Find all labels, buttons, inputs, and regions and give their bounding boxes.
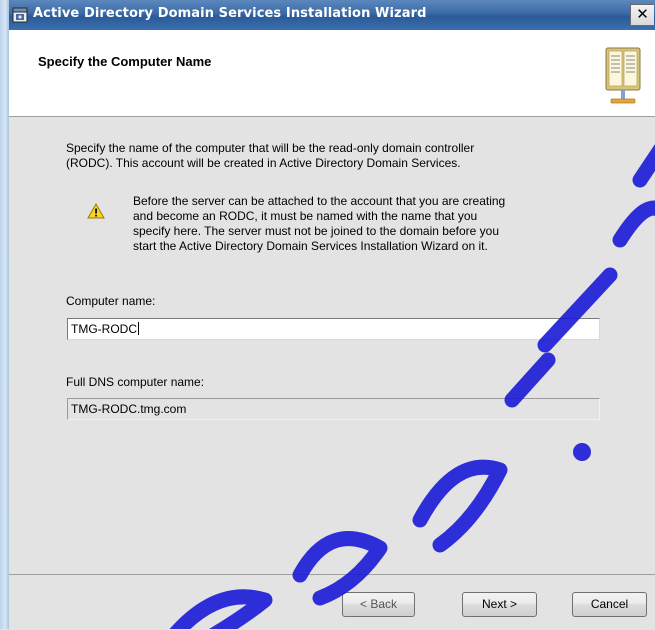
- computer-name-input[interactable]: TMG-RODC: [67, 318, 600, 340]
- dns-name-value: TMG-RODC.tmg.com: [71, 402, 187, 416]
- warning-line: start the Active Directory Domain Servic…: [133, 239, 488, 253]
- page-title: Specify the Computer Name: [38, 54, 212, 69]
- warning-line: specify here. The server must not be joi…: [133, 224, 499, 238]
- window-titlebar[interactable]: Active Directory Domain Services Install…: [9, 0, 655, 30]
- window-title: Active Directory Domain Services Install…: [33, 6, 427, 21]
- close-icon: ✕: [636, 6, 649, 23]
- cancel-button[interactable]: Cancel: [572, 592, 647, 617]
- book-icon: [605, 47, 641, 104]
- warning-line: Before the server can be attached to the…: [133, 194, 506, 208]
- back-button[interactable]: < Back: [342, 592, 415, 617]
- next-button[interactable]: Next >: [462, 592, 537, 617]
- computer-name-value: TMG-RODC: [71, 322, 137, 336]
- wizard-footer: < Back Next > Cancel: [9, 574, 655, 630]
- wizard-content: Specify the name of the computer that wi…: [9, 117, 655, 574]
- intro-text: Specify the name of the computer that wi…: [66, 141, 586, 171]
- intro-line: Specify the name of the computer that wi…: [66, 141, 475, 155]
- computer-name-label: Computer name:: [66, 294, 156, 308]
- wizard-app-icon: [12, 7, 28, 23]
- dns-name-field: TMG-RODC.tmg.com: [67, 398, 600, 420]
- desktop-background-strip: [0, 0, 9, 629]
- dns-name-label: Full DNS computer name:: [66, 375, 205, 389]
- close-button[interactable]: ✕: [630, 4, 654, 26]
- wizard-header: Specify the Computer Name: [9, 30, 655, 117]
- intro-line: (RODC). This account will be created in …: [66, 156, 461, 170]
- warning-text: Before the server can be attached to the…: [133, 194, 613, 254]
- text-caret: [138, 322, 139, 335]
- warning-icon: [87, 203, 105, 219]
- warning-line: and become an RODC, it must be named wit…: [133, 209, 478, 223]
